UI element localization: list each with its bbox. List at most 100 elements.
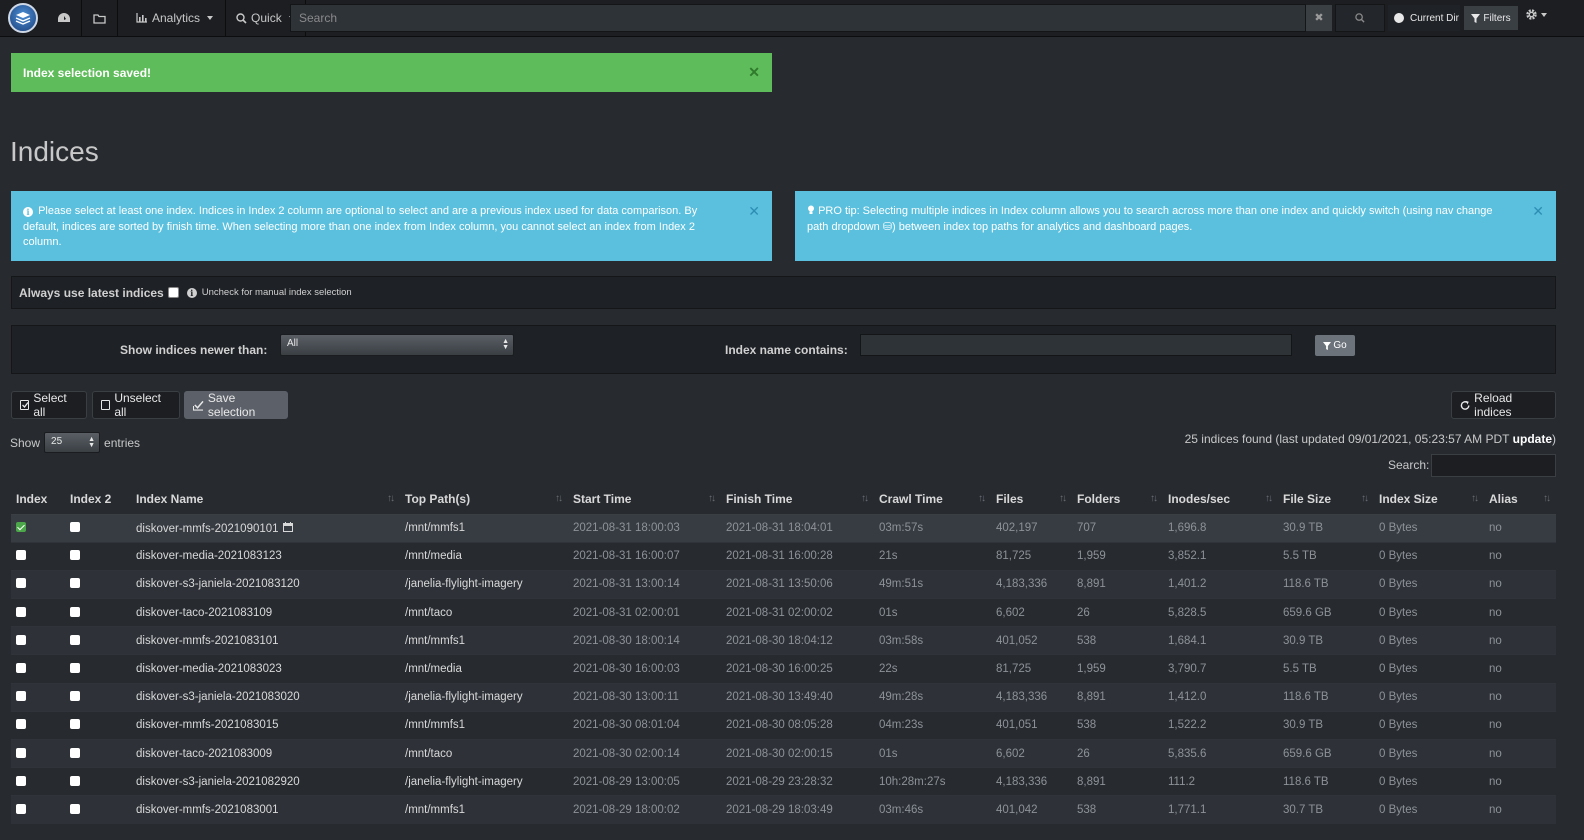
indices-table: Index Index 2 Index Name ↑↓ Top Path(s) ↑↓… <box>11 485 1556 825</box>
reload-indices-button[interactable]: Reload indices <box>1451 391 1556 419</box>
save-selection-button[interactable]: Save selection <box>184 391 288 419</box>
index-checkbox[interactable] <box>16 606 26 617</box>
finish-time-cell: 2021-08-31 13:50:06 <box>721 569 874 599</box>
search-button[interactable] <box>1335 4 1385 32</box>
app-logo[interactable] <box>0 0 46 37</box>
found-close: ) <box>1552 432 1556 446</box>
save-selection-label: Save selection <box>207 391 256 419</box>
header-label: Top Path(s) <box>405 492 471 507</box>
col-header-index[interactable]: Index <box>11 485 65 515</box>
go-button[interactable]: Go <box>1315 335 1355 356</box>
index2-checkbox[interactable] <box>70 522 80 533</box>
index-size-cell: 0 Bytes <box>1374 569 1484 599</box>
col-header-index-name[interactable]: Index Name ↑↓ <box>131 485 400 515</box>
name-contains-label: Index name contains: <box>725 343 848 357</box>
table-row[interactable]: diskover-mmfs-2021083101/mnt/mmfs1 2021-0… <box>11 626 1556 655</box>
analytics-menu[interactable]: Analytics <box>118 0 227 37</box>
search-input[interactable]: Search <box>290 4 1306 32</box>
index-cell <box>11 513 65 543</box>
index2-checkbox[interactable] <box>70 719 80 730</box>
table-row[interactable]: diskover-taco-2021083109/mnt/taco 2021-08… <box>11 598 1556 627</box>
newer-than-select[interactable]: All ▲ ▼ <box>280 334 514 356</box>
start-time-cell: 2021-08-31 16:00:07 <box>568 541 721 571</box>
index2-checkbox[interactable] <box>70 634 80 645</box>
close-icon[interactable]: ✕ <box>748 64 760 81</box>
col-header-folders[interactable]: Folders ↑↓ <box>1072 485 1163 515</box>
update-link[interactable]: update <box>1513 432 1552 446</box>
table-row[interactable]: diskover-s3-janiela-2021083120/janelia-f… <box>11 569 1556 599</box>
index-checkbox[interactable] <box>16 747 26 758</box>
clear-search-button[interactable]: ✖ <box>1306 5 1332 31</box>
close-icon[interactable]: ✕ <box>748 203 760 220</box>
index-name-cell: diskover-s3-janiela-2021083120 <box>131 569 400 599</box>
index2-checkbox[interactable] <box>70 550 80 561</box>
col-header-finish-time[interactable]: Finish Time ↑↓ <box>721 485 874 515</box>
index-checkbox[interactable] <box>16 663 26 674</box>
col-header-crawl-time[interactable]: Crawl Time ↑↓ <box>874 485 991 515</box>
index-checkbox[interactable] <box>16 804 26 815</box>
pro-tip-alert: PRO tip: Selecting multiple indices in I… <box>795 191 1556 261</box>
index2-checkbox[interactable] <box>70 606 80 617</box>
index2-checkbox[interactable] <box>70 663 80 674</box>
table-row[interactable]: diskover-taco-2021083009/mnt/taco 2021-08… <box>11 738 1556 768</box>
info-alert: i Please select at least one index. Indi… <box>11 191 772 261</box>
header-label: Index Name <box>136 492 204 507</box>
col-header-top-paths[interactable]: Top Path(s) ↑↓ <box>400 485 568 515</box>
top-path-cell: /mnt/taco <box>400 598 568 627</box>
inodes-cell: 3,790.7 <box>1163 654 1278 684</box>
col-header-index2[interactable]: Index 2 <box>65 485 131 515</box>
col-header-index-size[interactable]: Index Size ↑↓ <box>1374 485 1484 515</box>
close-icon[interactable]: ✕ <box>1532 203 1544 220</box>
latest-indices-hint: i Uncheck for manual index selection <box>186 287 352 298</box>
index2-checkbox[interactable] <box>70 775 80 786</box>
table-search-input[interactable] <box>1431 454 1556 477</box>
sort-icon: ↑↓ <box>1471 493 1479 504</box>
col-header-file-size[interactable]: File Size ↑↓ <box>1278 485 1374 515</box>
file-size-cell: 659.6 GB <box>1278 598 1374 627</box>
index2-checkbox[interactable] <box>70 691 80 702</box>
start-time-cell: 2021-08-29 13:00:05 <box>568 767 721 796</box>
table-row[interactable]: diskover-media-2021083123/mnt/media 2021-… <box>11 541 1556 571</box>
index-checkbox[interactable] <box>16 775 26 786</box>
index2-checkbox[interactable] <box>70 747 80 758</box>
select-all-button[interactable]: Select all <box>11 391 87 419</box>
folders-cell: 538 <box>1072 795 1163 825</box>
index-size-cell: 0 Bytes <box>1374 598 1484 627</box>
index-checkbox[interactable] <box>16 691 26 702</box>
unselect-all-button[interactable]: Unselect all <box>92 391 180 419</box>
name-contains-input[interactable] <box>860 334 1292 356</box>
settings-menu[interactable] <box>1525 8 1547 21</box>
sort-icon: ↑↓ <box>1265 493 1273 504</box>
inodes-cell: 1,684.1 <box>1163 626 1278 655</box>
index-cell <box>11 795 65 825</box>
table-row[interactable]: diskover-s3-janiela-2021082920/janelia-f… <box>11 767 1556 796</box>
table-row[interactable]: diskover-mmfs-2021083015/mnt/mmfs1 2021-0… <box>11 710 1556 740</box>
latest-indices-checkbox[interactable] <box>167 287 179 298</box>
index-checkbox[interactable] <box>16 522 26 533</box>
alias-cell: no <box>1484 513 1556 543</box>
index-checkbox[interactable] <box>16 719 26 730</box>
current-dir-toggle[interactable]: Current Dir <box>1388 5 1460 31</box>
index2-checkbox[interactable] <box>70 578 80 589</box>
found-text: 25 indices found (last updated 09/01/202… <box>1184 432 1510 446</box>
table-row[interactable]: diskover-media-2021083023/mnt/media 2021-… <box>11 654 1556 684</box>
col-header-alias[interactable]: Alias ↑↓ <box>1484 485 1556 515</box>
page-length-select[interactable]: 25 ▲ ▼ <box>44 432 101 453</box>
col-header-inodes-sec[interactable]: Inodes/sec ↑↓ <box>1163 485 1278 515</box>
table-row[interactable]: diskover-s3-janiela-2021083020/janelia-f… <box>11 682 1556 712</box>
filters-button[interactable]: Filters <box>1463 5 1519 31</box>
index-checkbox[interactable] <box>16 578 26 589</box>
table-row[interactable]: diskover-mmfs-2021083001/mnt/mmfs1 2021-0… <box>11 795 1556 825</box>
dashboard-button[interactable] <box>46 0 82 37</box>
latest-indices-panel: Always use latest indices i Uncheck for … <box>11 276 1556 309</box>
table-row[interactable]: diskover-mmfs-2021090101/mnt/mmfs1 2021-0… <box>11 513 1556 543</box>
col-header-files[interactable]: Files ↑↓ <box>991 485 1072 515</box>
col-header-start-time[interactable]: Start Time ↑↓ <box>568 485 721 515</box>
index-size-cell: 0 Bytes <box>1374 710 1484 740</box>
index2-checkbox[interactable] <box>70 804 80 815</box>
file-browser-button[interactable] <box>82 0 118 37</box>
inodes-cell: 111.2 <box>1163 767 1278 796</box>
index-checkbox[interactable] <box>16 550 26 561</box>
index-checkbox[interactable] <box>16 634 26 645</box>
crawl-time-cell: 10h:28m:27s <box>874 767 991 796</box>
